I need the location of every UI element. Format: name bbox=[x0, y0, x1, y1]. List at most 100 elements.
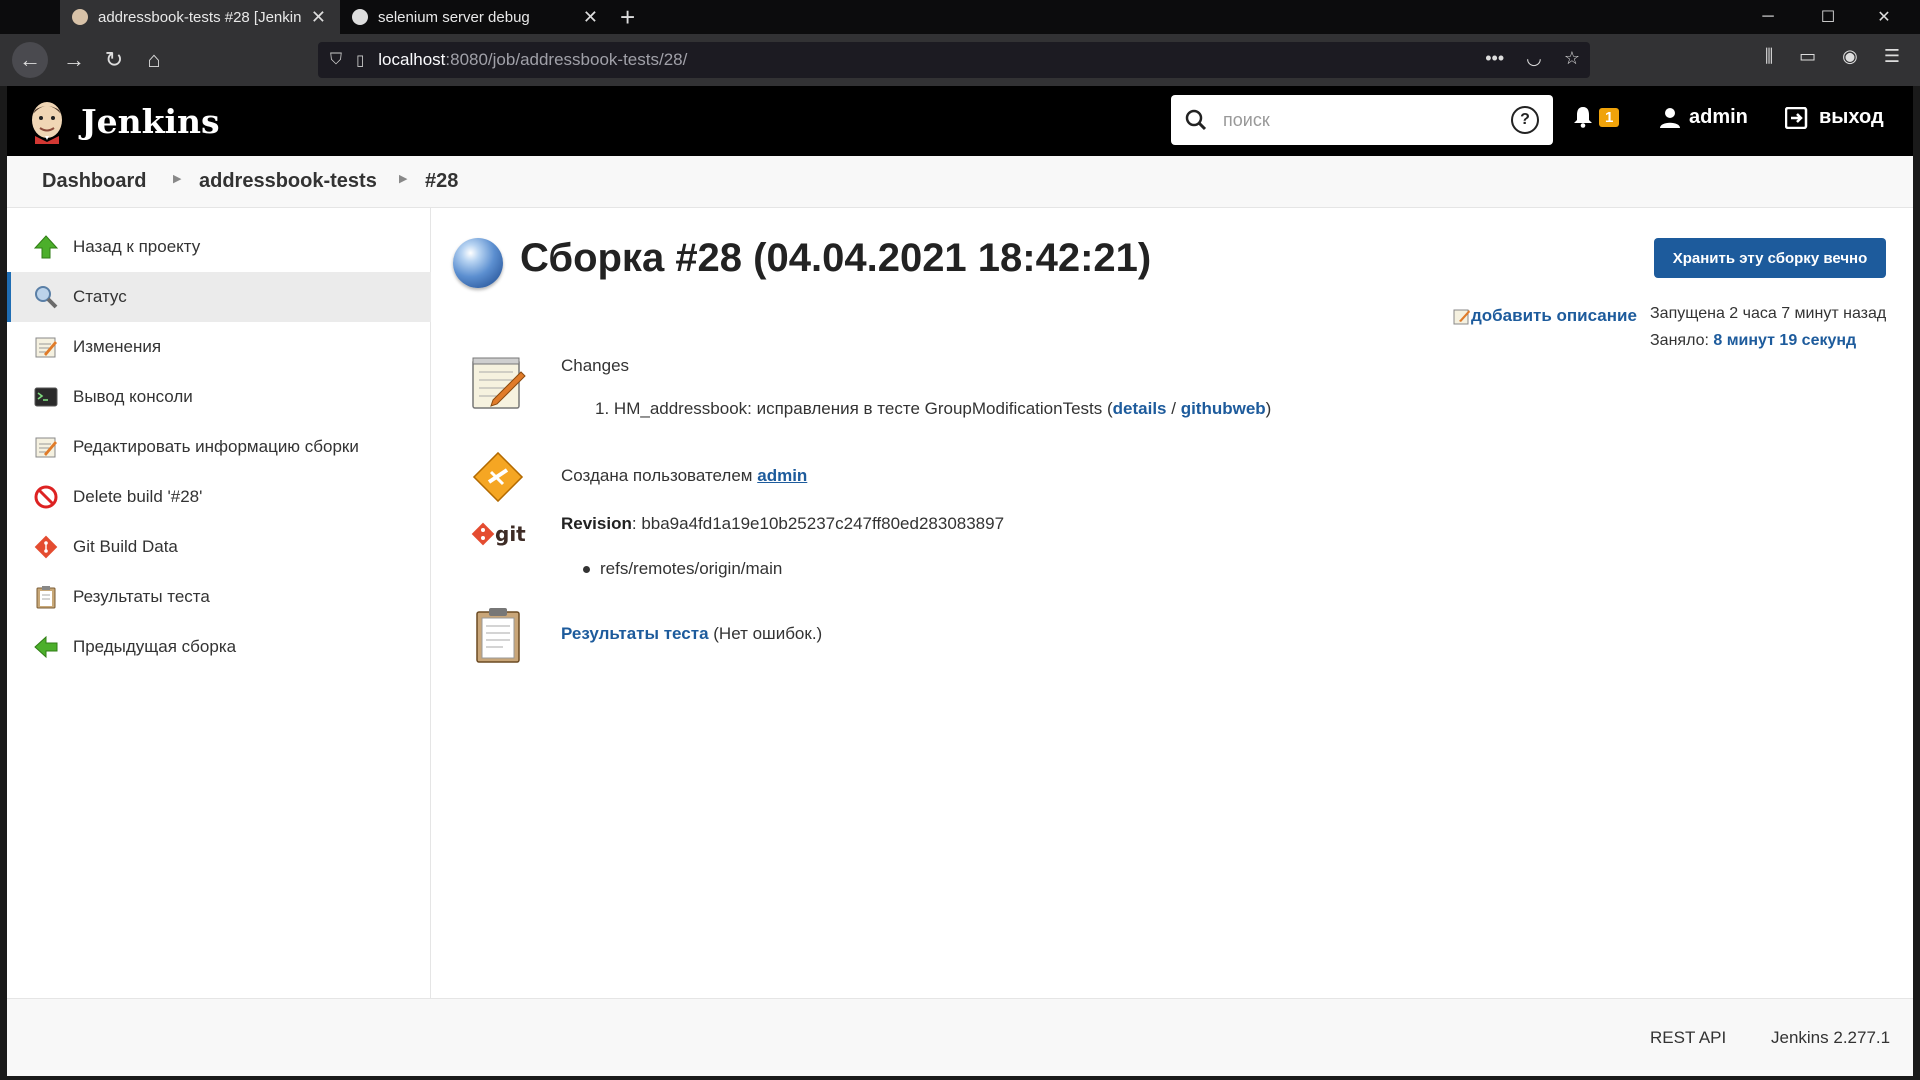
sidebar-item-back-to-project[interactable]: Назад к проекту bbox=[7, 222, 431, 272]
maximize-icon[interactable]: ☐ bbox=[1800, 0, 1856, 34]
new-tab-plus-icon[interactable]: + bbox=[620, 2, 635, 33]
breadcrumb-build[interactable]: #28 bbox=[425, 170, 458, 193]
created-by-user-link[interactable]: admin bbox=[757, 466, 807, 485]
sidebar: Назад к проекту Статус Изменения Вывод к… bbox=[7, 208, 431, 998]
back-arrow-icon[interactable]: ← bbox=[12, 42, 48, 78]
home-icon[interactable]: ⌂ bbox=[136, 42, 172, 78]
bell-icon bbox=[1574, 107, 1592, 128]
breadcrumb-chevron-icon[interactable]: ▶ bbox=[399, 172, 407, 185]
user-menu[interactable]: admin bbox=[1659, 106, 1748, 129]
search-box: ? bbox=[1171, 95, 1553, 145]
took-label: Заняло: bbox=[1650, 332, 1709, 349]
tab-title: selenium server debug bbox=[378, 8, 530, 26]
jenkins-favicon-icon bbox=[72, 9, 88, 25]
bookmark-star-icon[interactable]: ☆ bbox=[1564, 48, 1580, 69]
browser-tab-bar: addressbook-tests #28 [Jenkins] ✕ seleni… bbox=[0, 0, 1920, 34]
jenkins-logo[interactable]: Jenkins bbox=[27, 98, 220, 144]
build-timing: Запущена 2 часа 7 минут назад Заняло: 8 … bbox=[1650, 300, 1886, 354]
library-icon[interactable]: ⫼ bbox=[1765, 46, 1773, 67]
ref-name: refs/remotes/origin/main bbox=[600, 559, 783, 578]
close-paren: ) bbox=[1265, 399, 1272, 418]
url-bar[interactable]: ⛉ ▯ localhost:8080/job/addressbook-tests… bbox=[318, 42, 1590, 78]
search-input[interactable] bbox=[1221, 108, 1511, 132]
url-text[interactable]: localhost:8080/job/addressbook-tests/28/ bbox=[378, 50, 687, 70]
change-number: 1. bbox=[595, 399, 610, 418]
details-link[interactable]: details bbox=[1113, 399, 1167, 418]
rest-api-link[interactable]: REST API bbox=[1650, 1028, 1726, 1048]
test-results-link[interactable]: Результаты теста bbox=[561, 624, 709, 643]
forward-arrow-icon[interactable]: → bbox=[56, 42, 92, 78]
shield-icon[interactable]: ⛉ bbox=[330, 51, 342, 69]
add-description-label: добавить описание bbox=[1471, 306, 1637, 325]
close-icon[interactable]: ✕ bbox=[311, 7, 326, 28]
sidebar-item-delete-build[interactable]: Delete build '#28' bbox=[7, 472, 431, 522]
github-favicon-icon bbox=[352, 9, 368, 25]
help-icon[interactable]: ? bbox=[1511, 106, 1539, 134]
user-icon bbox=[1660, 107, 1680, 128]
user-name: admin bbox=[1689, 106, 1748, 128]
notifications[interactable]: 1 bbox=[1573, 106, 1620, 128]
terminal-icon bbox=[33, 384, 59, 410]
tab-selenium[interactable]: selenium server debug ✕ bbox=[340, 0, 612, 34]
sidebar-item-changes[interactable]: Изменения bbox=[7, 322, 431, 372]
breadcrumb: Dashboard ▶ addressbook-tests ▶ #28 bbox=[7, 156, 1913, 208]
sidebar-item-git-build-data[interactable]: Git Build Data bbox=[7, 522, 431, 572]
footer: REST API Jenkins 2.277.1 bbox=[7, 998, 1913, 1076]
notepad-icon bbox=[33, 334, 59, 360]
build-status-ball-icon bbox=[453, 238, 503, 288]
logout-label: выход bbox=[1819, 106, 1884, 128]
jenkins-version-link[interactable]: Jenkins 2.277.1 bbox=[1771, 1028, 1890, 1048]
test-results-note: (Нет ошибок.) bbox=[713, 624, 823, 643]
app-name: Jenkins bbox=[81, 101, 220, 141]
sidebar-item-label: Статус bbox=[73, 287, 127, 306]
keep-build-forever-button[interactable]: Хранить эту сборку вечно bbox=[1654, 238, 1886, 278]
sidebar-item-label: Редактировать информацию сборки bbox=[73, 437, 359, 456]
change-text: HM_addressbook: исправления в тесте Grou… bbox=[613, 399, 1113, 418]
test-results: Результаты теста (Нет ошибок.) bbox=[561, 624, 822, 644]
menu-hamburger-icon[interactable]: ☰ bbox=[1884, 46, 1900, 67]
account-icon[interactable]: ◉ bbox=[1842, 46, 1858, 67]
minimize-icon[interactable]: ─ bbox=[1740, 0, 1796, 34]
sidebar-item-label: Изменения bbox=[73, 337, 162, 356]
close-window-icon[interactable]: ✕ bbox=[1856, 0, 1912, 34]
reload-icon[interactable]: ↻ bbox=[96, 42, 132, 78]
notepad-icon bbox=[33, 434, 59, 460]
add-description-link[interactable]: добавить описание bbox=[1453, 306, 1637, 326]
jenkins-butler-icon bbox=[32, 102, 62, 144]
git-icon bbox=[33, 534, 59, 560]
sidebar-toggle-icon[interactable]: ▭ bbox=[1799, 46, 1816, 67]
breadcrumb-chevron-icon[interactable]: ▶ bbox=[173, 172, 181, 185]
separator: / bbox=[1166, 399, 1181, 418]
user-trigger-diamond-icon bbox=[472, 451, 524, 503]
main-content: Сборка #28 (04.04.2021 18:42:21) Хранить… bbox=[453, 208, 1913, 998]
sidebar-item-console-output[interactable]: Вывод консоли bbox=[7, 372, 431, 422]
githubweb-link[interactable]: githubweb bbox=[1181, 399, 1266, 418]
logout-link[interactable]: выход bbox=[1785, 106, 1884, 129]
sidebar-item-edit-build-info[interactable]: Редактировать информацию сборки bbox=[7, 422, 431, 472]
search-icon bbox=[1185, 109, 1207, 131]
more-dots-icon[interactable]: ••• bbox=[1485, 48, 1504, 69]
change-item: 1. HM_addressbook: исправления в тесте G… bbox=[595, 399, 1271, 419]
clipboard-icon bbox=[33, 584, 59, 610]
jenkins-header: Jenkins ? 1 admin bbox=[7, 86, 1913, 156]
close-icon[interactable]: ✕ bbox=[583, 7, 598, 28]
sidebar-item-label: Delete build '#28' bbox=[73, 487, 203, 506]
url-host: localhost bbox=[378, 50, 446, 69]
up-arrow-icon bbox=[33, 234, 59, 260]
tab-jenkins[interactable]: addressbook-tests #28 [Jenkins] ✕ bbox=[60, 0, 340, 34]
sidebar-item-previous-build[interactable]: Предыдущая сборка bbox=[7, 622, 431, 672]
notification-badge: 1 bbox=[1599, 107, 1620, 127]
sidebar-item-status[interactable]: Статус bbox=[7, 272, 431, 322]
revision: Revision: bba9a4fd1a19e10b25237c247ff80e… bbox=[561, 514, 1005, 533]
jenkins-page: Jenkins ? 1 admin bbox=[7, 86, 1913, 1076]
left-arrow-icon bbox=[33, 634, 59, 660]
breadcrumb-dashboard[interactable]: Dashboard bbox=[42, 170, 146, 193]
url-path: :8080/job/addressbook-tests/28/ bbox=[445, 50, 688, 69]
started-ago: Запущена 2 часа 7 минут назад bbox=[1650, 305, 1887, 322]
breadcrumb-job[interactable]: addressbook-tests bbox=[199, 170, 377, 193]
svg-text:git: git bbox=[495, 522, 526, 546]
pocket-icon[interactable]: ◡ bbox=[1526, 48, 1542, 69]
page-title: Сборка #28 (04.04.2021 18:42:21) bbox=[520, 236, 1152, 280]
build-duration-link[interactable]: 8 минут 19 секунд bbox=[1713, 332, 1856, 349]
sidebar-item-test-results[interactable]: Результаты теста bbox=[7, 572, 431, 622]
